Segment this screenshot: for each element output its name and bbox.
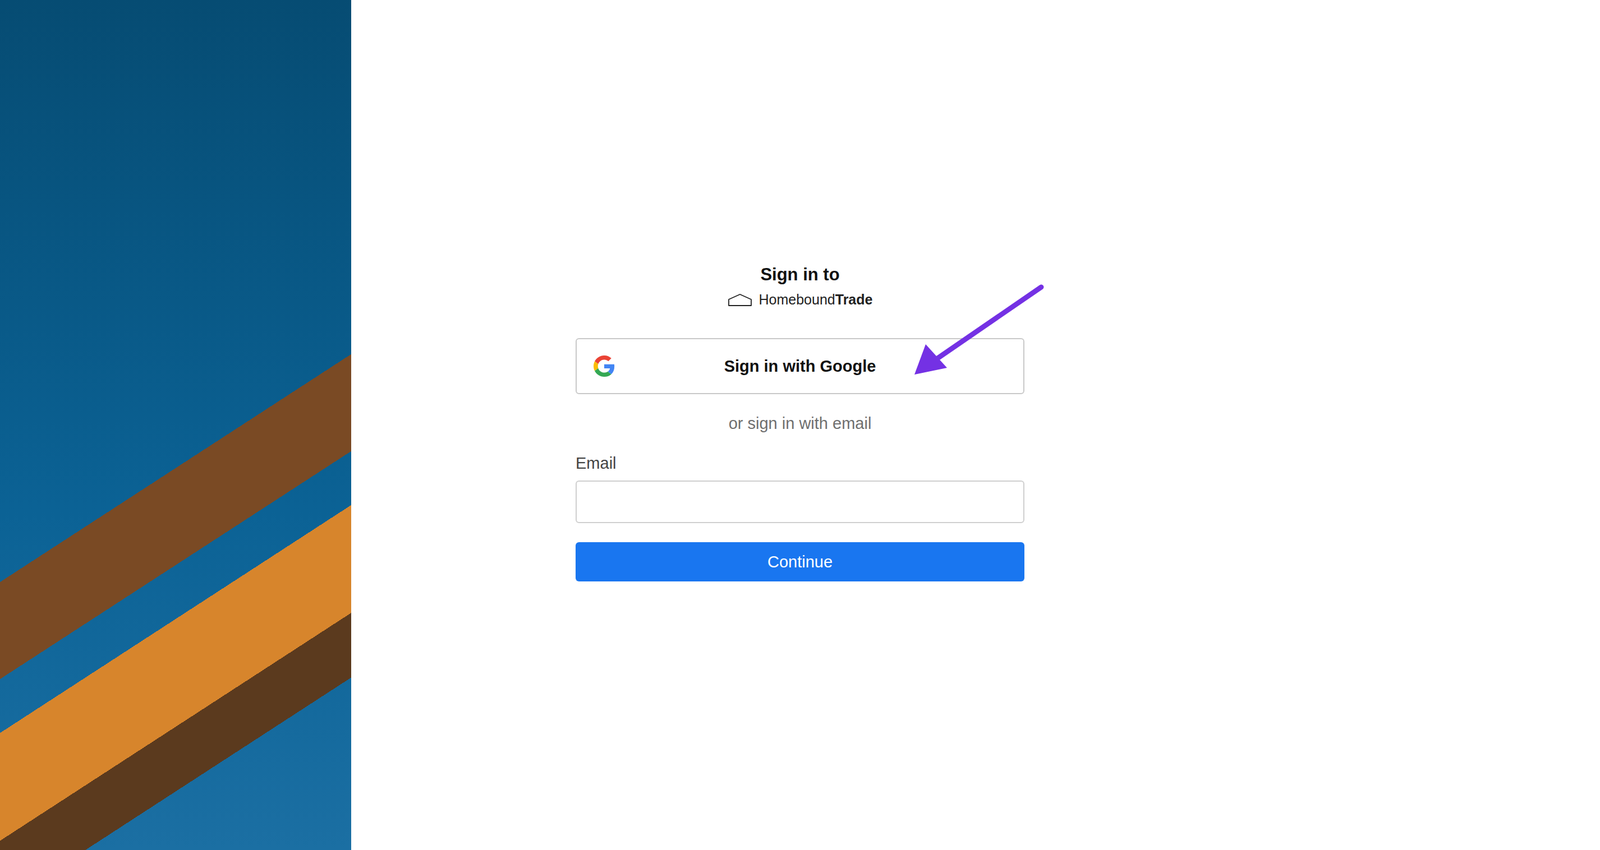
email-divider: or sign in with email — [575, 414, 1025, 434]
email-input[interactable] — [575, 480, 1025, 524]
sign-in-area: Sign in to HomeboundTrade Sign in with G… — [351, 0, 1600, 850]
brand-suffix: Trade — [835, 291, 873, 308]
email-label: Email — [575, 454, 1025, 473]
continue-button[interactable]: Continue — [575, 542, 1025, 582]
brand-logo: HomeboundTrade — [575, 291, 1025, 308]
house-icon — [727, 293, 753, 307]
brand-name: Homebound — [759, 291, 836, 308]
google-icon — [593, 355, 615, 377]
google-button-label: Sign in with Google — [724, 357, 877, 376]
annotation-arrow-icon — [911, 283, 1046, 380]
hero-photo — [0, 0, 352, 850]
sign-in-form: Sign in to HomeboundTrade Sign in with G… — [575, 263, 1025, 850]
email-field: Email — [575, 454, 1025, 524]
sign-in-page: Sign in to HomeboundTrade Sign in with G… — [0, 0, 1600, 850]
sign-in-heading: Sign in to — [575, 263, 1025, 287]
